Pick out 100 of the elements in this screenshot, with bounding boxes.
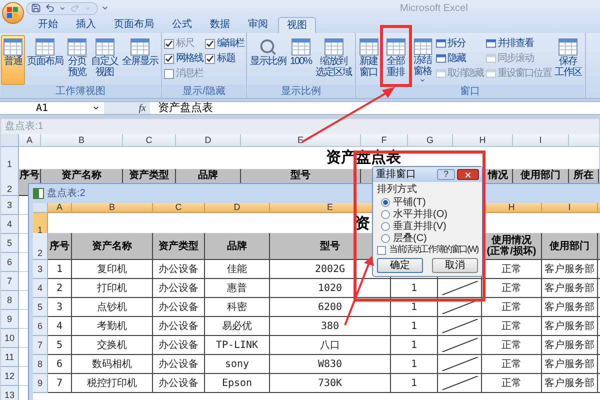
row-header[interactable]: 7 — [1, 272, 19, 291]
row-header[interactable]: 3 — [1, 196, 19, 215]
table-cell: 客户服务部 — [542, 336, 598, 355]
column-header[interactable]: C — [153, 203, 205, 213]
ribbon-tab[interactable]: 插入 — [68, 17, 104, 33]
table-cell: 正常 — [482, 298, 542, 317]
column-header[interactable]: B — [41, 134, 123, 147]
column-header[interactable]: H — [453, 134, 513, 147]
row-header[interactable]: 9 — [1, 310, 19, 329]
row-header[interactable]: 6 — [33, 317, 48, 336]
ribbon-button[interactable]: 页面布局 — [25, 35, 65, 85]
ribbon-tab[interactable]: 公式 — [164, 17, 200, 33]
table-cell: 打印机 — [72, 279, 153, 298]
ribbon-tab[interactable]: 数据 — [202, 17, 238, 33]
ribbon-small-button[interactable]: 隐藏 — [436, 51, 484, 66]
table-cell: 6 — [48, 355, 72, 374]
row-header[interactable]: 6 — [1, 253, 19, 272]
column-header[interactable]: A — [19, 134, 41, 147]
ribbon-button[interactable]: 普通 — [1, 35, 25, 85]
table-cell: 4 — [48, 317, 72, 336]
row-header[interactable]: 5 — [1, 234, 19, 253]
table-cell: 1 — [391, 336, 438, 355]
ribbon-button[interactable]: 保存 工作区 — [552, 35, 584, 85]
row-header[interactable]: 8 — [33, 355, 48, 374]
table-cell: 1 — [391, 374, 438, 393]
ribbon-button[interactable]: 自定义 视图 — [89, 35, 120, 85]
dialog-button[interactable]: 取消 — [432, 258, 478, 273]
dialog-button[interactable]: 确定 — [377, 258, 423, 273]
table-cell: 7 — [48, 374, 72, 393]
column-header[interactable]: E — [241, 134, 361, 147]
row-header[interactable]: 2 — [1, 169, 19, 196]
formula-field[interactable]: 资产盘点表 — [150, 102, 600, 114]
ribbon-tab[interactable]: 视图 — [278, 17, 316, 33]
column-heading: 资产类型 — [153, 233, 205, 260]
column-header[interactable]: C — [123, 134, 176, 147]
row-header[interactable]: 4 — [1, 215, 19, 234]
column-header[interactable]: D — [205, 203, 270, 213]
name-box[interactable]: A1 — [0, 102, 92, 114]
table-cell: 办公设备 — [153, 298, 205, 317]
ribbon-button[interactable]: 冻结窗格 — [410, 35, 435, 85]
ribbon-button[interactable]: 显示比例 — [248, 35, 288, 85]
table-cell: 1 — [391, 279, 438, 298]
row-header[interactable]: 8 — [1, 291, 19, 310]
row-header[interactable]: 9 — [33, 374, 48, 393]
column-heading: 使用部门 — [542, 233, 598, 260]
table-cell: 复印机 — [72, 260, 153, 279]
radio-label: 层叠(C) — [393, 232, 427, 244]
window-title: Microsoft Excel — [400, 2, 468, 16]
table-cell: Epson — [205, 374, 270, 393]
column-header[interactable]: D — [176, 134, 241, 147]
ribbon-tab[interactable]: 开始 — [30, 17, 66, 33]
column-heading: 品牌 — [205, 233, 270, 260]
column-heading: 资产名称 — [72, 233, 153, 260]
table-cell: TP-LINK — [205, 336, 270, 355]
column-header[interactable]: I — [542, 203, 598, 213]
ribbon-tab[interactable]: 审阅 — [240, 17, 276, 33]
column-header[interactable]: I — [513, 134, 569, 147]
row-header[interactable]: 4 — [33, 279, 48, 298]
ribbon-button[interactable]: 100% — [288, 35, 314, 85]
table-cell: 佳能 — [205, 260, 270, 279]
row-header[interactable]: 13 — [1, 386, 19, 400]
group-label: 工作簿视图 — [1, 85, 160, 98]
row-header[interactable]: 10 — [1, 329, 19, 348]
table-cell: sony — [205, 355, 270, 374]
table-cell: 1020 — [270, 279, 391, 298]
ribbon-small-button[interactable]: 并排查看 — [486, 36, 552, 51]
table-cell: 考勤机 — [72, 317, 153, 336]
column-header[interactable]: F — [361, 134, 408, 147]
ribbon-button[interactable]: 缩放到 选定区域 — [314, 35, 354, 85]
row-header[interactable]: 1 — [1, 147, 19, 170]
row-header[interactable]: 12 — [1, 367, 19, 386]
table-cell: 交换机 — [72, 336, 153, 355]
sheet-title: 资 — [355, 214, 370, 234]
ribbon-button[interactable]: 全屏显示 — [120, 35, 160, 85]
ribbon-button[interactable]: 新建窗口 — [356, 35, 381, 85]
table-cell: 办公设备 — [153, 317, 205, 336]
row-header[interactable]: 3 — [33, 260, 48, 279]
table-cell: 5 — [48, 336, 72, 355]
row-header[interactable]: 5 — [33, 298, 48, 317]
row-header[interactable]: 2 — [33, 233, 48, 260]
table-cell: 八口 — [270, 336, 391, 355]
checkbox-label: 网格线 — [176, 52, 203, 66]
table-cell: 办公设备 — [153, 336, 205, 355]
table-cell: 税控打印机 — [72, 374, 153, 393]
column-header[interactable]: A — [48, 203, 72, 213]
column-header[interactable]: B — [72, 203, 153, 213]
radio-label: 垂直并排(V) — [393, 220, 446, 233]
ribbon-button[interactable]: 分页 预览 — [65, 35, 89, 85]
checkbox-label: 消息栏 — [176, 66, 203, 81]
group-label: 显示比例 — [248, 85, 354, 98]
table-cell: 正常 — [482, 279, 542, 298]
help-button[interactable]: ? — [437, 169, 455, 180]
window-title: 盘点表:1 — [5, 120, 44, 134]
row-header[interactable]: 7 — [33, 336, 48, 355]
ribbon-tab[interactable]: 页面布局 — [106, 17, 162, 33]
group-label: 显示/隐藏 — [163, 85, 245, 98]
table-cell: 730K — [270, 374, 391, 393]
column-header[interactable]: G — [408, 134, 453, 147]
ribbon-small-button[interactable]: 拆分 — [436, 36, 484, 51]
row-header[interactable]: 11 — [1, 348, 19, 367]
